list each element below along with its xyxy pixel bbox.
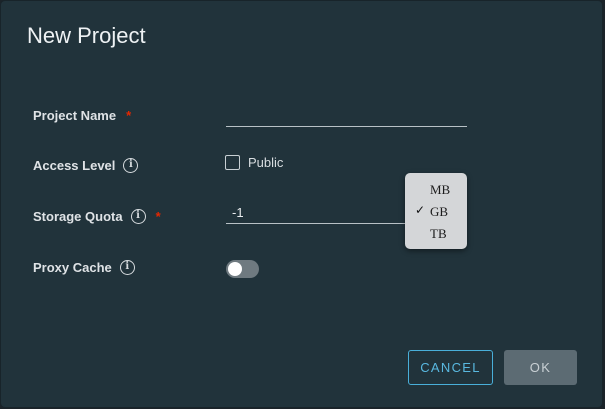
required-asterisk: * xyxy=(126,107,132,123)
checkbox-icon[interactable] xyxy=(225,155,240,170)
project-name-input[interactable] xyxy=(226,107,467,127)
public-checkbox[interactable]: Public xyxy=(225,155,283,170)
storage-quota-label: Storage Quota i * xyxy=(33,207,161,225)
storage-quota-input[interactable] xyxy=(226,204,426,224)
proxy-cache-label: Proxy Cache i xyxy=(33,258,135,276)
check-icon: ✓ xyxy=(415,203,426,217)
ok-button[interactable]: OK xyxy=(504,350,577,385)
required-asterisk: * xyxy=(155,208,161,224)
dialog-title: New Project xyxy=(27,23,146,48)
unit-option-mb[interactable]: MB xyxy=(430,181,450,199)
toggle-knob xyxy=(228,262,242,276)
project-name-label: Project Name * xyxy=(33,106,131,124)
unit-option-tb[interactable]: TB xyxy=(430,225,447,243)
cancel-button[interactable]: CANCEL xyxy=(408,350,493,385)
new-project-dialog: New Project Project Name * Access Level … xyxy=(1,1,602,407)
project-name-label-text: Project Name xyxy=(33,107,117,123)
access-level-label-text: Access Level xyxy=(33,157,116,173)
proxy-cache-label-text: Proxy Cache xyxy=(33,259,112,275)
proxy-cache-toggle[interactable] xyxy=(226,260,259,278)
storage-quota-label-text: Storage Quota xyxy=(33,208,123,224)
unit-option-gb[interactable]: GB xyxy=(430,203,448,221)
info-icon[interactable]: i xyxy=(123,157,139,173)
info-icon[interactable]: i xyxy=(130,208,146,224)
access-level-label: Access Level i xyxy=(33,156,139,174)
public-checkbox-label: Public xyxy=(248,155,284,170)
info-icon[interactable]: i xyxy=(119,259,135,275)
